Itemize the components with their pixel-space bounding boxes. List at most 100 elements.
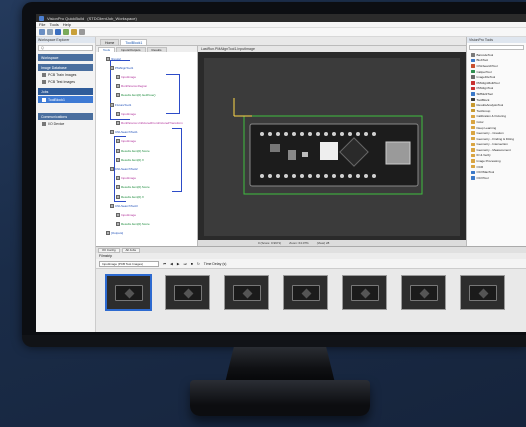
filmstrip-thumbnail[interactable] xyxy=(224,275,269,310)
node-icon xyxy=(110,102,114,107)
main-toolbar xyxy=(36,28,526,37)
node-label: Results.Item[0].X xyxy=(121,194,144,199)
section-workspace[interactable]: Workspace xyxy=(38,54,93,61)
graph-node[interactable]: FixtureTool1 xyxy=(110,102,131,107)
graph-node[interactable]: CNLSearchTool3 xyxy=(110,203,138,208)
graph-node[interactable]: InputImage xyxy=(116,212,136,217)
graph-node[interactable]: RunParams.Region xyxy=(116,84,147,89)
subtab-results[interactable]: Results xyxy=(146,47,167,52)
toolbox-panel: VisionPro Tools BarcodeTool BlobTool CNLSe… xyxy=(466,37,526,246)
graph-node[interactable]: Results.Item[0].X xyxy=(116,194,144,199)
tool-label: Geometry - Finding & Fitting xyxy=(476,136,515,141)
graph-subtabs: Tools Inputs/Outputs Results xyxy=(96,46,197,52)
node-label: Results.Item[0].Score xyxy=(121,222,150,227)
image-db-item[interactable]: PCB Test Images xyxy=(36,78,95,85)
node-label: InputImage xyxy=(121,176,137,181)
tool-icon xyxy=(471,86,475,91)
tab-toolblock1[interactable]: ToolBlock1 xyxy=(120,39,148,45)
home-icon[interactable] xyxy=(39,29,45,35)
prev-frame-icon[interactable]: ◀ xyxy=(170,262,173,266)
subtab-io[interactable]: Inputs/Outputs xyxy=(116,47,146,52)
node-icon xyxy=(110,203,114,208)
node-label: CNLSearchTool1 xyxy=(115,130,138,135)
toolbox-item[interactable]: OCVTool xyxy=(467,175,526,181)
toolbox-search-input[interactable] xyxy=(469,45,524,50)
filmstrip-thumbnail[interactable] xyxy=(106,275,151,310)
open-icon[interactable] xyxy=(47,29,53,35)
graph-node[interactable]: Results.Item[0].Score xyxy=(116,148,150,153)
usb-connector xyxy=(385,141,411,165)
graph-node[interactable]: RunParams.UnfixturedFromFixturedTransfor… xyxy=(116,120,183,125)
tool-icon xyxy=(471,164,475,169)
image-db-item[interactable]: PCB Train Images xyxy=(36,71,95,78)
node-icon xyxy=(110,130,114,135)
section-jobs[interactable]: Jobs xyxy=(38,88,93,95)
layout-icon[interactable] xyxy=(79,29,85,35)
tab-all-jobs[interactable]: All Jobs xyxy=(121,247,141,253)
status-view: (View) 28 xyxy=(316,241,330,245)
graph-node[interactable]: Results.Item[0].Score xyxy=(116,222,150,227)
filmstrip-thumbnail[interactable] xyxy=(165,275,210,310)
time-delay-label: Time Delay (s) xyxy=(203,261,227,266)
tool-label: OCVTool xyxy=(476,175,489,180)
image-canvas[interactable] xyxy=(204,58,460,236)
tab-home[interactable]: Home xyxy=(100,39,120,45)
image-source-select[interactable]: InputImage (PCB Test Images) xyxy=(99,260,159,267)
graph-node[interactable]: [Outputs] xyxy=(106,231,123,236)
comm-item[interactable]: I/O Device xyxy=(36,120,95,127)
component-chip xyxy=(320,142,338,160)
tool-label: CNLSearchTool xyxy=(476,63,498,68)
filmstrip-thumbnail[interactable] xyxy=(283,275,328,310)
graph-node[interactable]: Results.Item[0].X xyxy=(116,157,144,162)
first-frame-icon[interactable]: ⏮ xyxy=(163,262,166,266)
node-icon xyxy=(116,222,120,227)
filmstrip-thumbnail[interactable] xyxy=(401,275,446,310)
tool-label: BarcodeTool xyxy=(476,52,494,57)
section-image-database[interactable]: Image Database xyxy=(38,64,93,71)
play-icon[interactable]: ▶ xyxy=(177,262,180,266)
refresh-icon[interactable]: ↻ xyxy=(197,262,200,266)
app-icon xyxy=(39,15,44,21)
graph-node[interactable]: CNLSearchTool2 xyxy=(110,166,138,171)
menu-help[interactable]: Help xyxy=(63,22,71,27)
graph-node[interactable]: InputImage xyxy=(116,74,136,79)
graph-node[interactable]: Results.Item[0].GetPose() xyxy=(116,93,156,98)
bottom-tabs: I/O Config All Jobs xyxy=(96,246,526,253)
tool-icon xyxy=(471,108,475,113)
menu-tools[interactable]: Tools xyxy=(49,22,58,27)
menu-file[interactable]: File xyxy=(39,22,45,27)
node-label: InputImage xyxy=(121,212,137,217)
graph-node[interactable]: CNLSearchTool1 xyxy=(110,130,138,135)
tool-icon xyxy=(471,120,475,124)
graph-node[interactable]: PMAlignTool1 xyxy=(110,65,133,70)
search-input[interactable]: Q xyxy=(38,45,93,51)
next-frame-icon[interactable]: ⏭ xyxy=(184,262,187,266)
node-label: Results.Item[0].Score xyxy=(121,148,150,153)
graph-node[interactable]: Results.Item[0].Score xyxy=(116,185,150,190)
node-icon xyxy=(116,148,120,153)
node-icon xyxy=(116,120,120,125)
image-db-label: PCB Train Images xyxy=(48,72,77,77)
tool-label: CaliperTool xyxy=(476,69,492,74)
save-icon[interactable] xyxy=(55,29,61,35)
subtab-tools[interactable]: Tools xyxy=(98,47,116,52)
run-icon[interactable] xyxy=(63,29,69,35)
tool-icon xyxy=(471,92,475,96)
filmstrip-thumbnail[interactable] xyxy=(460,275,505,310)
graph-node[interactable]: InputImage xyxy=(116,139,136,144)
tool-icon xyxy=(471,103,475,107)
graph-node[interactable]: [Inputs] xyxy=(106,56,121,61)
tool-label: SMMultiTool xyxy=(476,91,493,96)
tool-label: ID & Verify xyxy=(476,153,491,158)
tab-io-config[interactable]: I/O Config xyxy=(98,247,120,253)
graph-node[interactable]: InputImage xyxy=(116,176,136,181)
tool-label: Geometry - Measurement xyxy=(476,147,511,152)
settings-icon[interactable] xyxy=(71,29,77,35)
tool-icon xyxy=(471,114,475,119)
section-communications[interactable]: Communications xyxy=(38,113,93,120)
filmstrip-thumbnail[interactable] xyxy=(342,275,387,310)
stop-icon[interactable]: ■ xyxy=(191,262,193,266)
node-label: InputImage xyxy=(121,139,137,144)
graph-node[interactable]: InputImage xyxy=(116,111,136,116)
job-item-toolblock1[interactable]: ToolBlock1 xyxy=(38,96,93,103)
